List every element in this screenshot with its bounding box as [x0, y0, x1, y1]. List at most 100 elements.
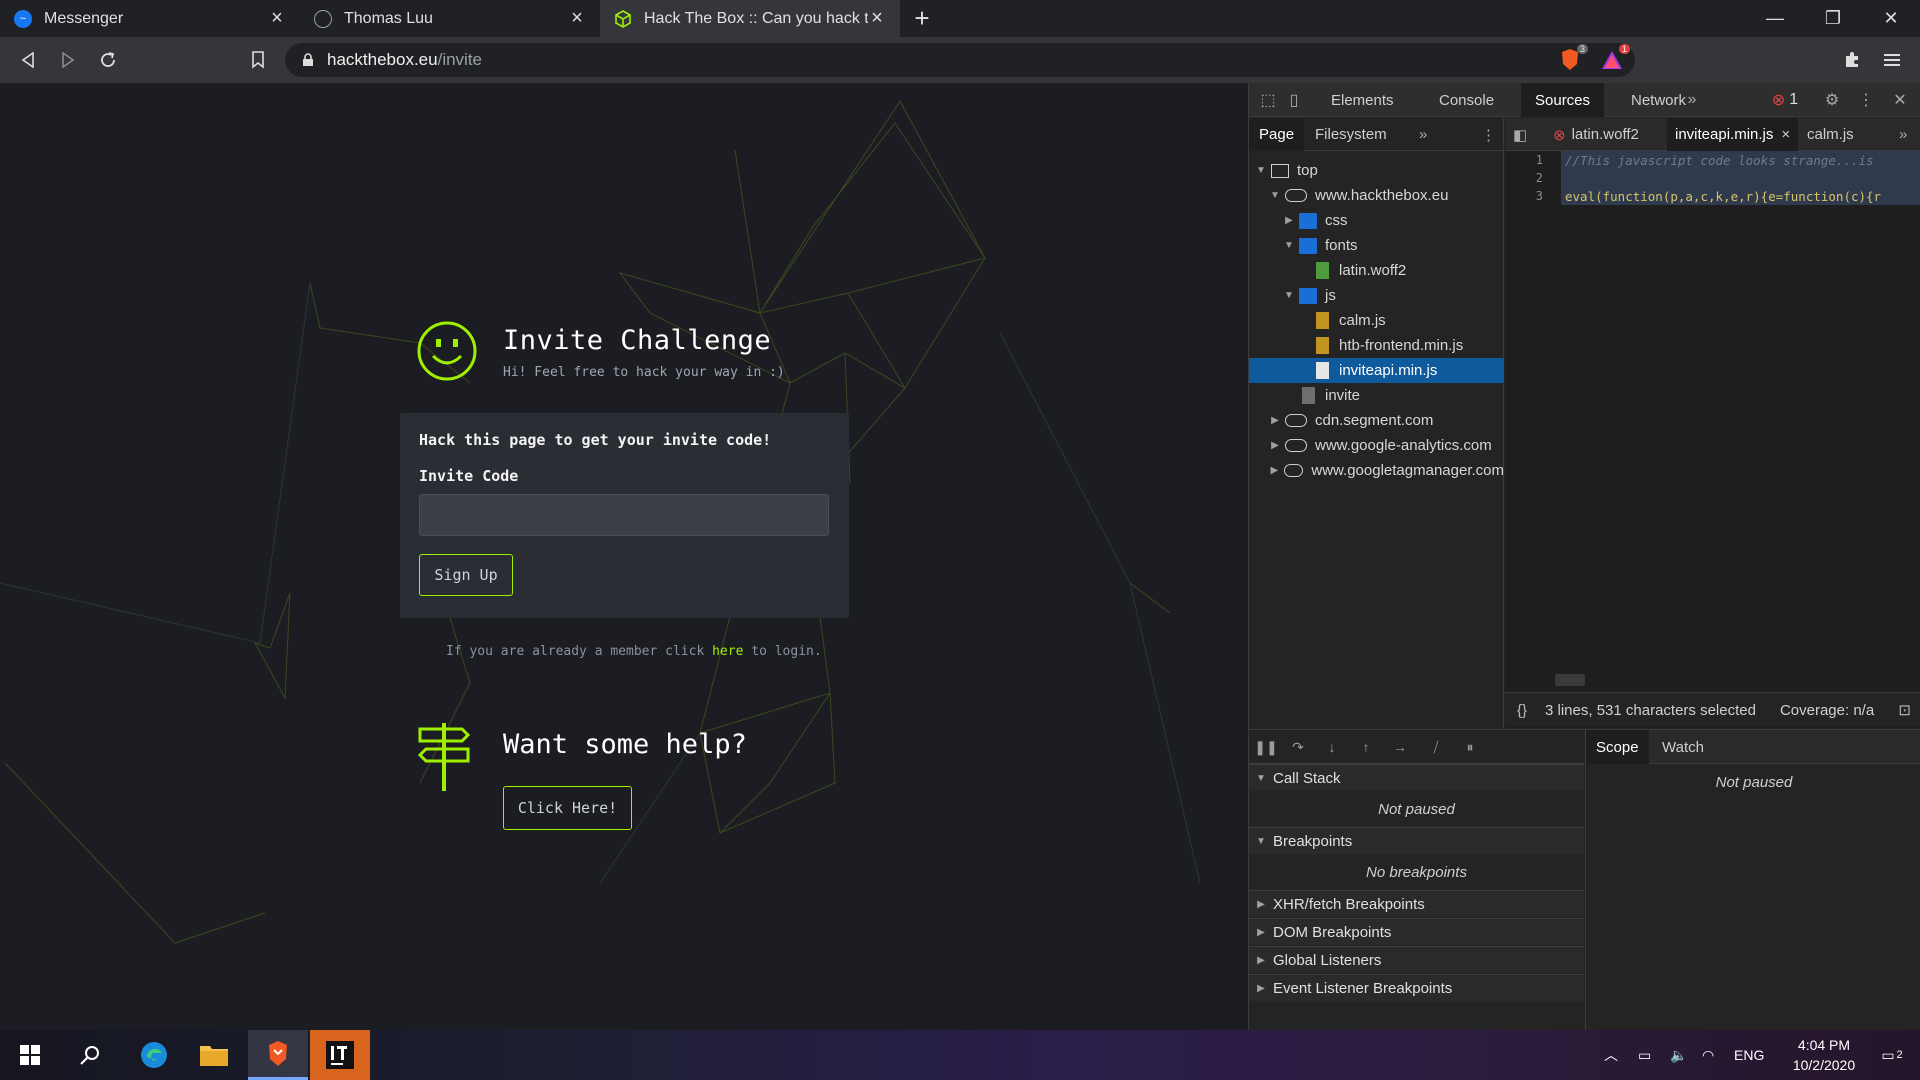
clock[interactable]: 4:04 PM 10/2/2020: [1784, 1030, 1864, 1080]
wifi-icon[interactable]: ◠: [1702, 1030, 1714, 1080]
tree-item-googletagmanager[interactable]: ▶ www.googletagmanager.com: [1249, 458, 1504, 483]
close-tab-icon[interactable]: ×: [868, 7, 886, 30]
reload-button[interactable]: [88, 37, 128, 83]
new-tab-button[interactable]: +: [900, 0, 944, 37]
search-button[interactable]: [60, 1030, 120, 1080]
editor-tabs: ◧ ⊗ latin.woff2 inviteapi.min.js × calm.js…: [1505, 118, 1920, 151]
more-tabs-icon[interactable]: »: [1677, 83, 1707, 117]
toggle-navigator-icon[interactable]: ◧: [1505, 118, 1535, 151]
navigator-menu-icon[interactable]: ⋮: [1471, 118, 1506, 151]
close-window-icon[interactable]: ✕: [1862, 0, 1920, 37]
close-tab-icon[interactable]: ×: [268, 7, 286, 30]
xhr-breakpoints-header[interactable]: ▶ XHR/fetch Breakpoints: [1249, 890, 1584, 917]
tree-item-latin-woff2[interactable]: latin.woff2: [1249, 258, 1504, 283]
bookmark-button[interactable]: [238, 37, 278, 83]
address-bar[interactable]: hackthebox.eu/invite: [285, 43, 1635, 77]
tree-item-top[interactable]: ▼ top: [1249, 158, 1504, 183]
tree-item-inviteapi[interactable]: inviteapi.min.js: [1249, 358, 1504, 383]
more-navigator-tabs-icon[interactable]: »: [1409, 118, 1437, 151]
invite-code-input[interactable]: [419, 494, 829, 536]
extensions-button[interactable]: [1832, 37, 1872, 83]
tree-item-invite[interactable]: invite: [1249, 383, 1504, 408]
edge-taskbar-button[interactable]: [124, 1030, 184, 1080]
tab-messenger[interactable]: ~ Messenger ×: [0, 0, 300, 37]
tree-item-calm-js[interactable]: calm.js: [1249, 308, 1504, 333]
tree-item-domain[interactable]: ▼ www.hackthebox.eu: [1249, 183, 1504, 208]
kebab-menu-icon[interactable]: ⋮: [1851, 83, 1881, 117]
editor-tab-inviteapi[interactable]: inviteapi.min.js ×: [1667, 118, 1799, 151]
intellij-taskbar-button[interactable]: [310, 1030, 370, 1080]
tab-hackthebox[interactable]: Hack The Box :: Can you hack this i ×: [600, 0, 900, 37]
notification-count: 2: [1896, 1049, 1903, 1061]
settings-gear-icon[interactable]: ⚙: [1817, 83, 1847, 117]
invite-challenge-subtitle: Hi! Feel free to hack your way in :): [503, 365, 785, 380]
call-stack-header[interactable]: ▼ Call Stack: [1249, 764, 1584, 791]
breakpoints-header[interactable]: ▼ Breakpoints: [1249, 827, 1584, 854]
device-toolbar-icon[interactable]: ▯: [1279, 83, 1309, 117]
expanded-triangle-icon: ▼: [1256, 772, 1266, 784]
step-into-icon[interactable]: ↓: [1317, 730, 1347, 764]
error-count: 1: [1789, 91, 1799, 108]
restore-icon[interactable]: ❐: [1804, 0, 1862, 37]
deactivate-breakpoints-icon[interactable]: ⧸: [1421, 730, 1451, 764]
tab-title: Thomas Luu: [344, 9, 433, 27]
pause-icon[interactable]: ❚❚: [1251, 730, 1281, 764]
event-listener-breakpoints-header[interactable]: ▶ Event Listener Breakpoints: [1249, 974, 1584, 1001]
minimize-icon[interactable]: —: [1746, 0, 1804, 37]
pretty-print-icon[interactable]: {}: [1505, 702, 1539, 719]
collapsed-triangle-icon: ▶: [1271, 415, 1279, 426]
close-devtools-icon[interactable]: ✕: [1885, 83, 1915, 117]
error-counter[interactable]: ⊗ 1: [1765, 83, 1805, 117]
tree-item-cdn-segment[interactable]: ▶ cdn.segment.com: [1249, 408, 1504, 433]
close-editor-tab-icon[interactable]: ×: [1781, 126, 1790, 143]
tree-item-fonts[interactable]: ▼ fonts: [1249, 233, 1504, 258]
file-explorer-taskbar-button[interactable]: [184, 1030, 244, 1080]
tree-item-css[interactable]: ▶ css: [1249, 208, 1504, 233]
tree-label: www.googletagmanager.com: [1311, 462, 1504, 479]
more-editor-tabs-icon[interactable]: »: [1891, 118, 1915, 151]
action-center-button[interactable]: ▭ 2: [1872, 1030, 1912, 1080]
dom-breakpoints-header[interactable]: ▶ DOM Breakpoints: [1249, 918, 1584, 945]
brave-shields-button[interactable]: 3: [1556, 44, 1588, 74]
tab-page[interactable]: Page: [1249, 118, 1305, 151]
windows-logo-icon: [20, 1045, 40, 1065]
tab-watch[interactable]: Watch: [1652, 730, 1714, 764]
brave-taskbar-button[interactable]: [248, 1030, 308, 1080]
show-hidden-icons-icon[interactable]: ︿: [1604, 1030, 1618, 1080]
click-here-button[interactable]: Click Here!: [503, 786, 632, 830]
login-here-link[interactable]: here: [712, 644, 743, 659]
puzzle-icon: [1846, 52, 1858, 67]
cloud-icon: [1285, 414, 1307, 427]
close-tab-icon[interactable]: ×: [568, 7, 586, 30]
brave-rewards-button[interactable]: 1: [1598, 44, 1630, 74]
battery-icon[interactable]: ▭: [1638, 1030, 1651, 1080]
show-coverage-icon[interactable]: ⊡: [1898, 701, 1911, 719]
notifications-icon: ▭: [1881, 1046, 1895, 1063]
step-out-icon[interactable]: ↑: [1351, 730, 1381, 764]
volume-icon[interactable]: 🔈: [1670, 1030, 1687, 1080]
editor-tab-latin-woff2[interactable]: ⊗ latin.woff2: [1545, 118, 1647, 151]
language-indicator[interactable]: ENG: [1734, 1030, 1764, 1080]
tree-item-js[interactable]: ▼ js: [1249, 283, 1504, 308]
tab-console[interactable]: Console: [1427, 83, 1506, 117]
tree-item-google-analytics[interactable]: ▶ www.google-analytics.com: [1249, 433, 1504, 458]
tab-elements[interactable]: Elements: [1319, 83, 1406, 117]
forward-button[interactable]: [48, 37, 88, 83]
tab-thomas-luu[interactable]: Thomas Luu ×: [300, 0, 600, 37]
pause-on-exceptions-icon[interactable]: ⏸: [1455, 730, 1485, 764]
step-icon[interactable]: →: [1385, 730, 1415, 764]
step-over-icon[interactable]: ↷: [1283, 730, 1313, 764]
back-button[interactable]: [8, 37, 48, 83]
sign-up-button[interactable]: Sign Up: [419, 554, 513, 596]
menu-button[interactable]: [1872, 37, 1912, 83]
editor-tab-calm-js[interactable]: calm.js: [1799, 118, 1862, 151]
horizontal-scrollbar[interactable]: [1555, 674, 1585, 686]
tab-filesystem[interactable]: Filesystem: [1305, 118, 1397, 151]
start-button[interactable]: [0, 1030, 60, 1080]
collapsed-triangle-icon: ▶: [1257, 982, 1265, 994]
code-selection[interactable]: //This javascript code looks strange...i…: [1561, 151, 1920, 205]
code-line-eval: eval(function(p,a,c,k,e,r){e=function(c)…: [1565, 189, 1882, 204]
global-listeners-header[interactable]: ▶ Global Listeners: [1249, 946, 1584, 973]
tab-scope[interactable]: Scope: [1586, 730, 1649, 764]
tree-item-htb-frontend[interactable]: htb-frontend.min.js: [1249, 333, 1504, 358]
